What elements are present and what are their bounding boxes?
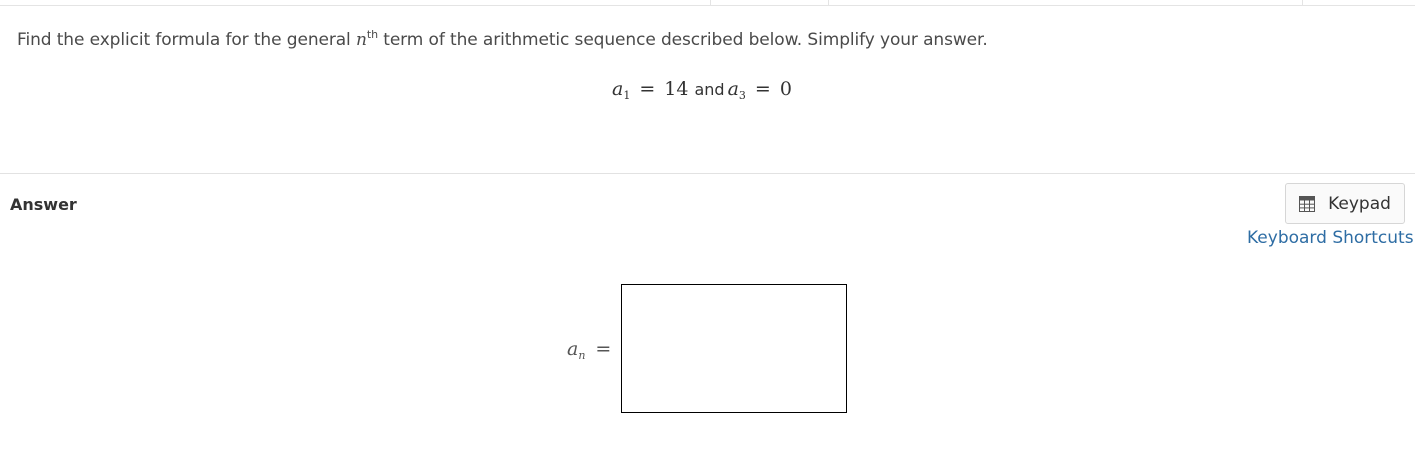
a1-value: 14: [664, 78, 689, 100]
question-text-after: term of the arithmetic sequence describe…: [377, 30, 988, 50]
equals-sign: =: [639, 78, 656, 100]
a3-letter: a: [727, 78, 739, 100]
an-label: an =: [567, 338, 611, 362]
answer-input[interactable]: [621, 284, 847, 413]
equals-sign: =: [754, 78, 771, 100]
top-strip-divider: [710, 0, 711, 5]
and-word: and: [694, 80, 725, 99]
section-divider: [0, 173, 1415, 174]
keypad-label: Keypad: [1328, 193, 1391, 214]
th-superscript: th: [366, 28, 378, 41]
question-text-before: Find the explicit formula for the genera…: [17, 30, 356, 50]
equals-sign: =: [595, 338, 612, 360]
a1-subscript: 1: [623, 89, 631, 102]
top-strip: [0, 0, 1415, 6]
keypad-icon: [1299, 195, 1316, 212]
answer-heading: Answer: [10, 195, 77, 214]
n-variable: n: [356, 30, 367, 50]
keyboard-shortcuts-link[interactable]: Keyboard Shortcuts: [1247, 228, 1414, 248]
top-strip-divider: [1302, 0, 1303, 5]
keypad-button[interactable]: Keypad: [1285, 183, 1405, 224]
a3-subscript: 3: [738, 89, 746, 102]
an-letter: a: [567, 338, 579, 360]
a1-letter: a: [612, 78, 624, 100]
an-subscript: n: [578, 349, 586, 362]
a3-value: 0: [779, 78, 792, 100]
question-text: Find the explicit formula for the genera…: [17, 28, 988, 50]
page: Find the explicit formula for the genera…: [0, 0, 1415, 468]
given-terms: a1 = 14 and a3 = 0: [612, 78, 792, 102]
top-strip-divider: [828, 0, 829, 5]
